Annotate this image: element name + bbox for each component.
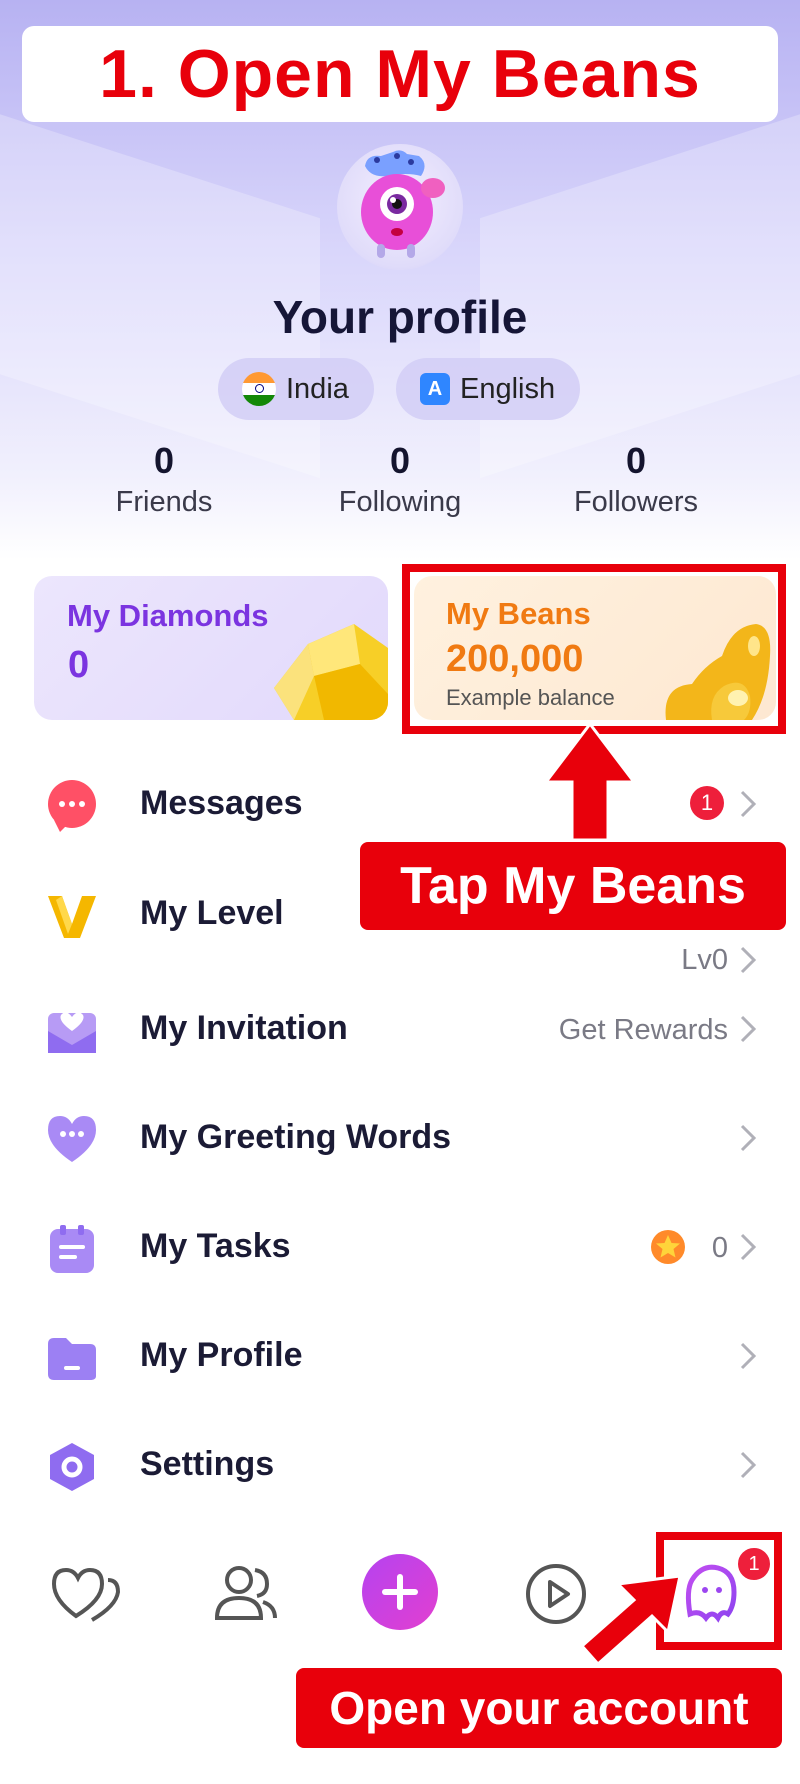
arrow-diagonal-icon: [579, 1574, 682, 1667]
messages-label: Messages: [140, 784, 303, 822]
nav-hearts[interactable]: [46, 1554, 126, 1634]
star-coin-icon: [651, 1230, 685, 1264]
greeting-heart-icon: [48, 1116, 96, 1162]
open-your-account-label: Open your account: [296, 1668, 782, 1748]
diamonds-title: My Diamonds: [67, 598, 269, 633]
invitation-rewards-text: Get Rewards: [558, 1014, 728, 1046]
diamond-gem-icon: [274, 624, 388, 720]
nav-add-button[interactable]: [360, 1552, 440, 1632]
menu-item-my-tasks[interactable]: My Tasks 0: [0, 1201, 800, 1291]
followers-count: 0: [625, 440, 647, 481]
menu-item-messages[interactable]: Messages 1: [0, 758, 800, 848]
language-icon: A: [420, 373, 450, 405]
open-your-account-text: Open your account: [329, 1682, 749, 1734]
chevron-right-icon: [740, 1015, 757, 1043]
menu-item-settings[interactable]: Settings: [0, 1419, 800, 1509]
monster-avatar-icon: [361, 150, 445, 258]
friends-label: Friends: [115, 486, 213, 518]
friends-count: 0: [153, 440, 175, 481]
my-tasks-label: My Tasks: [140, 1227, 291, 1265]
messages-badge: 1: [690, 786, 724, 820]
followers-label: Followers: [573, 486, 699, 518]
chevron-right-icon: [740, 946, 757, 974]
language-chip[interactable]: A English: [396, 358, 580, 420]
menu-item-my-greeting-words[interactable]: My Greeting Words: [0, 1092, 800, 1182]
my-greeting-words-label: My Greeting Words: [140, 1118, 452, 1156]
my-diamonds-card[interactable]: My Diamonds 0: [34, 576, 388, 720]
menu-item-my-invitation[interactable]: My Invitation Get Rewards: [0, 983, 800, 1073]
settings-label: Settings: [140, 1445, 275, 1483]
avatar[interactable]: [337, 144, 463, 270]
following-label: Following: [338, 486, 462, 518]
country-chip[interactable]: India: [218, 358, 374, 420]
beans-highlight-box: [402, 564, 786, 734]
hearts-icon: [51, 1567, 121, 1622]
diamonds-value: 0: [68, 644, 90, 686]
tutorial-banner-text: 1. Open My Beans: [99, 36, 701, 112]
tutorial-banner: 1. Open My Beans: [22, 26, 778, 122]
my-profile-label: My Profile: [140, 1336, 303, 1374]
chevron-right-icon: [740, 1342, 757, 1370]
tasks-count: 0: [711, 1232, 728, 1264]
profile-name: Your profile: [272, 291, 528, 343]
chevron-right-icon: [740, 1124, 757, 1152]
india-flag-icon: [242, 372, 276, 406]
chevron-right-icon: [740, 790, 757, 818]
country-label: India: [286, 372, 349, 405]
menu-item-my-profile[interactable]: My Profile: [0, 1310, 800, 1400]
tasks-clipboard-icon: [50, 1225, 94, 1273]
profile-folder-icon: [48, 1338, 96, 1380]
message-bubble-icon: [48, 780, 96, 832]
following-count: 0: [389, 440, 411, 481]
chevron-right-icon: [740, 1451, 757, 1479]
stat-following[interactable]: 0 Following: [300, 440, 500, 519]
nav-friends[interactable]: [205, 1554, 285, 1634]
level-value: Lv0: [681, 944, 728, 976]
settings-hexagon-icon: [50, 1443, 94, 1491]
language-label: English: [460, 372, 556, 405]
chevron-right-icon: [740, 1233, 757, 1261]
stat-followers[interactable]: 0 Followers: [536, 440, 736, 519]
my-invitation-label: My Invitation: [140, 1009, 348, 1047]
invitation-envelope-icon: [48, 1012, 96, 1053]
friends-icon: [214, 1566, 277, 1620]
stat-friends[interactable]: 0 Friends: [64, 440, 264, 519]
add-icon: [362, 1554, 438, 1630]
